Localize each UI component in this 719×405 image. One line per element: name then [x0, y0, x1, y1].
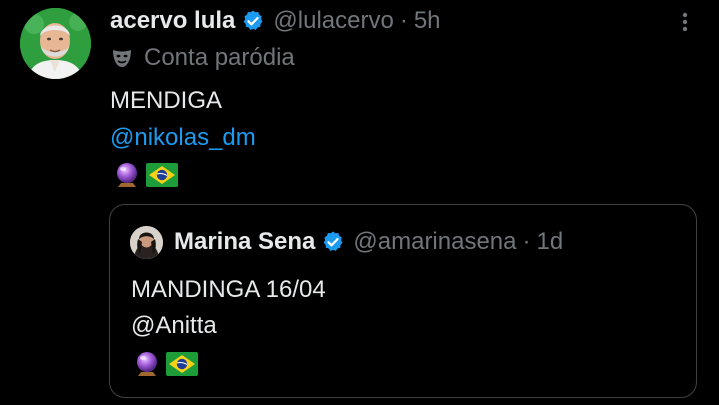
handle[interactable]: @lulacervo — [273, 7, 393, 35]
display-name[interactable]: acervo lula — [110, 7, 235, 35]
quoted-tweet[interactable]: Marina Sena @amarinasena · 1d MANDINGA 1… — [109, 204, 697, 398]
quoted-tweet-text: MANDINGA 16/04 — [131, 276, 326, 303]
theater-mask-icon — [110, 46, 134, 70]
avatar[interactable] — [20, 8, 91, 79]
separator-dot: · — [522, 228, 531, 255]
brazil-flag-icon — [166, 352, 198, 376]
crystal-ball-icon — [112, 160, 142, 190]
crystal-ball-icon — [132, 349, 162, 379]
timestamp[interactable]: 5h — [414, 7, 441, 35]
brazil-flag-icon — [146, 163, 178, 187]
tweet-emojis — [112, 160, 178, 190]
quoted-mention: @Anitta — [131, 312, 217, 339]
parody-label: Conta paródia — [144, 44, 295, 71]
verified-badge-icon — [241, 9, 265, 33]
verified-badge-icon — [321, 230, 345, 254]
parody-account-label: Conta paródia — [110, 42, 295, 74]
quoted-timestamp[interactable]: 1d — [537, 228, 564, 256]
tweet-text: MENDIGA — [110, 87, 223, 114]
more-options-icon[interactable] — [675, 8, 695, 36]
separator-dot: · — [399, 7, 408, 34]
quoted-emojis — [132, 349, 198, 379]
quoted-handle[interactable]: @amarinasena — [353, 228, 516, 256]
quoted-avatar[interactable] — [130, 226, 163, 259]
mention-link[interactable]: @nikolas_dm — [110, 123, 256, 153]
tweet[interactable]: acervo lula @lulacervo · 5h Conta paródi… — [0, 0, 719, 405]
quoted-display-name[interactable]: Marina Sena — [174, 228, 315, 256]
quoted-tweet-header: Marina Sena @amarinasena · 1d — [174, 225, 563, 259]
tweet-header: acervo lula @lulacervo · 5h — [110, 4, 441, 38]
